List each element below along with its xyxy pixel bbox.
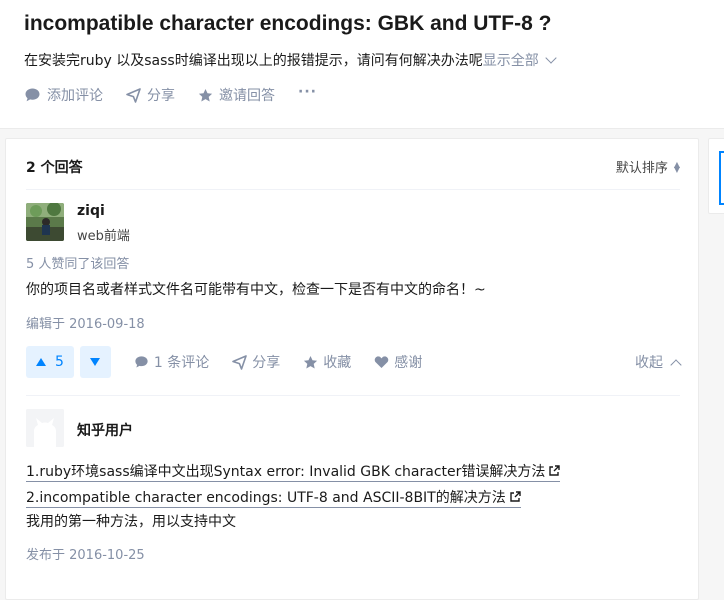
question-title: incompatible character encodings: GBK an… bbox=[24, 12, 552, 35]
side-panel-card[interactable] bbox=[708, 138, 724, 214]
answer-link-2[interactable]: 2.incompatible character encodings: UTF-… bbox=[26, 487, 521, 508]
answer-content: 你的项目名或者样式文件名可能带有中文，检查一下是否有中文的命名！~ bbox=[26, 282, 486, 298]
comment-icon bbox=[135, 356, 148, 368]
favorite-label: 收藏 bbox=[323, 355, 352, 371]
share-label: 分享 bbox=[147, 88, 175, 104]
heart-icon bbox=[375, 356, 389, 368]
answer-count: 2 个回答 bbox=[26, 160, 83, 176]
avatar[interactable] bbox=[26, 409, 64, 447]
show-all-label: 显示全部 bbox=[482, 53, 539, 69]
author-name: 知乎用户 bbox=[77, 423, 133, 439]
header-divider bbox=[26, 189, 680, 190]
answer-divider bbox=[26, 395, 680, 396]
favorite-button[interactable]: 收藏 bbox=[303, 352, 351, 372]
question-actions: 添加评论 分享 邀请回答 ··· bbox=[24, 84, 340, 105]
answer-link-1-text: 1.ruby环境sass编译中文出现Syntax error: Invalid … bbox=[26, 464, 546, 480]
star-icon bbox=[304, 355, 318, 368]
share-icon bbox=[126, 87, 141, 103]
answer-date[interactable]: 编辑于 2016-09-18 bbox=[26, 313, 145, 332]
comment-icon bbox=[25, 88, 40, 102]
sort-label: 默认排序 bbox=[615, 161, 668, 176]
thanks-label: 感谢 bbox=[394, 355, 423, 371]
answers-card: 2 个回答 默认排序 ▲ ▼ ziqi web前端 5 人赞同了该回答 你的项目名… bbox=[5, 138, 699, 600]
triangle-up-icon bbox=[36, 358, 46, 366]
triangle-down-icon bbox=[90, 358, 101, 366]
invite-answer-button[interactable]: 邀请回答 bbox=[198, 85, 275, 105]
answer-share-button[interactable]: 分享 bbox=[232, 352, 280, 372]
answer-content: 我用的第一种方法，用以支持中文 bbox=[26, 514, 236, 530]
question-header: incompatible character encodings: GBK an… bbox=[0, 0, 724, 129]
answer-link-1[interactable]: 1.ruby环境sass编译中文出现Syntax error: Invalid … bbox=[26, 461, 561, 482]
add-comment-button[interactable]: 添加评论 bbox=[24, 85, 103, 105]
external-link-icon bbox=[510, 491, 521, 502]
author-name[interactable]: ziqi bbox=[77, 203, 105, 219]
comments-button[interactable]: 1 条评论 bbox=[134, 352, 209, 372]
chevron-down-icon bbox=[545, 52, 557, 64]
comments-label: 1 条评论 bbox=[153, 355, 210, 371]
avatar-photo-icon bbox=[26, 203, 64, 241]
question-description: 在安装完ruby 以及sass时编译出现以上的报错提示，请问有何解决办法呢显示全… bbox=[24, 50, 557, 70]
sort-dropdown[interactable]: 默认排序 ▲ ▼ bbox=[616, 157, 680, 176]
question-description-text: 在安装完ruby 以及sass时编译出现以上的报错提示，请问有何解决办法呢 bbox=[24, 53, 483, 69]
vote-count: 5 bbox=[55, 354, 64, 370]
chevron-up-icon bbox=[670, 358, 682, 371]
answer-action-bar: 5 1 条评论 分享 收藏 感谢 收起 bbox=[26, 345, 682, 379]
answer-share-label: 分享 bbox=[252, 355, 281, 371]
answer-link-2-text: 2.incompatible character encodings: UTF-… bbox=[26, 490, 506, 506]
more-options-button[interactable]: ··· bbox=[298, 79, 317, 105]
thanks-button[interactable]: 感谢 bbox=[374, 352, 422, 372]
avatar[interactable] bbox=[26, 203, 64, 241]
star-icon bbox=[198, 88, 213, 101]
share-button[interactable]: 分享 bbox=[126, 85, 175, 105]
share-icon bbox=[232, 354, 248, 370]
upvote-button[interactable]: 5 bbox=[26, 346, 74, 378]
sort-arrows-icon: ▲ ▼ bbox=[673, 159, 680, 174]
author-bio: web前端 bbox=[77, 229, 130, 244]
external-link-icon bbox=[549, 465, 561, 476]
downvote-button[interactable] bbox=[79, 346, 111, 378]
answer-date[interactable]: 发布于 2016-10-25 bbox=[26, 544, 145, 563]
default-avatar-icon bbox=[26, 409, 64, 447]
votes-note[interactable]: 5 人赞同了该回答 bbox=[26, 253, 129, 272]
invite-answer-label: 邀请回答 bbox=[219, 88, 275, 104]
side-panel-icon bbox=[719, 151, 724, 205]
show-all-link[interactable]: 显示全部 bbox=[482, 52, 557, 69]
add-comment-label: 添加评论 bbox=[47, 88, 103, 104]
collapse-button[interactable]: 收起 bbox=[635, 352, 682, 372]
collapse-label: 收起 bbox=[635, 355, 663, 371]
